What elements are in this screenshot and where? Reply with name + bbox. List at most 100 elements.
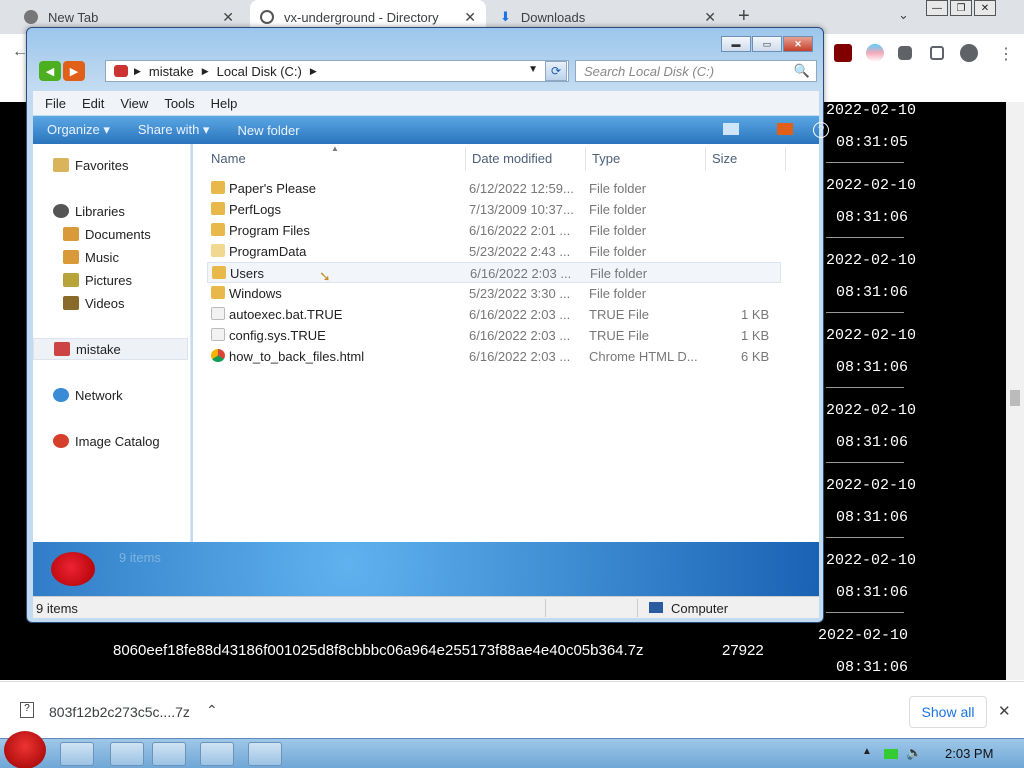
close-icon[interactable]: ✕ xyxy=(464,9,476,26)
file-row[interactable]: Windows 5/23/2022 3:30 ... File folder xyxy=(207,283,781,304)
close-icon[interactable]: ✕ xyxy=(704,9,716,26)
column-divider[interactable] xyxy=(705,147,706,171)
start-button[interactable] xyxy=(4,731,46,768)
back-button[interactable]: ◀ xyxy=(39,61,61,81)
entry-time: 08:31:06 xyxy=(836,584,909,601)
new-tab-button[interactable]: + xyxy=(738,5,750,28)
column-header-name[interactable]: Name xyxy=(211,151,246,166)
address-bar[interactable]: ▶ mistake ▶ Local Disk (C:) ▶ ▼ xyxy=(105,60,569,82)
star-icon xyxy=(53,158,69,172)
share-label: Share with xyxy=(137,122,200,137)
entry-date: 2022-02-10 xyxy=(818,627,909,644)
nav-favorites[interactable]: Favorites xyxy=(33,154,191,176)
file-name: how_to_back_files.html xyxy=(229,349,365,364)
breadcrumb-sep: ▶ xyxy=(134,65,141,76)
search-input[interactable]: Search Local Disk (C:) 🔍 xyxy=(575,60,817,82)
file-type: File folder xyxy=(589,286,647,301)
menu-edit[interactable]: Edit xyxy=(74,96,112,111)
file-list: Name ▲ Date modified Type Size Paper's P… xyxy=(193,144,819,568)
file-row[interactable]: ProgramData 5/23/2022 2:43 ... File folder xyxy=(207,241,781,262)
explorer-taskbar-icon[interactable] xyxy=(60,742,94,766)
file-size: 1 KB xyxy=(741,307,770,322)
close-button[interactable]: ✕ xyxy=(974,0,996,16)
image-catalog-icon xyxy=(53,434,69,448)
help-icon[interactable]: ? xyxy=(813,122,829,138)
ublock-icon[interactable] xyxy=(834,44,852,62)
forward-button[interactable]: ▶ xyxy=(63,61,85,81)
file-row[interactable]: how_to_back_files.html 6/16/2022 2:03 ...… xyxy=(207,346,781,367)
nav-documents[interactable]: Documents xyxy=(33,223,191,245)
breadcrumb-item[interactable]: mistake xyxy=(149,64,194,79)
7zip-taskbar-icon[interactable] xyxy=(152,742,186,766)
menu-help[interactable]: Help xyxy=(203,96,246,111)
nav-user[interactable]: mistake xyxy=(33,338,188,360)
nav-image-catalog[interactable]: Image Catalog xyxy=(33,430,191,452)
column-header-type[interactable]: Type xyxy=(592,151,620,166)
download-item[interactable]: 803f12b2c273c5c....7z xyxy=(49,704,190,720)
status-divider xyxy=(545,599,546,617)
app-taskbar-icon[interactable] xyxy=(200,742,234,766)
scrollbar-thumb[interactable] xyxy=(1010,390,1020,406)
minimize-button[interactable]: ▬ xyxy=(721,36,751,52)
entry-time: 08:31:06 xyxy=(836,209,909,226)
show-all-button[interactable]: Show all xyxy=(909,696,987,728)
refresh-button[interactable]: ⟳ xyxy=(545,61,567,81)
tab-search-icon[interactable]: ⌄ xyxy=(898,7,909,23)
window-taskbar-icon[interactable] xyxy=(248,742,282,766)
entry-time: 08:31:06 xyxy=(836,434,909,451)
column-divider[interactable] xyxy=(465,147,466,171)
minimize-button[interactable]: — xyxy=(926,0,948,16)
nav-videos[interactable]: Videos xyxy=(33,292,191,314)
tray-arrow-icon[interactable]: ▲ xyxy=(862,746,872,757)
file-type: File folder xyxy=(590,266,648,281)
nav-libraries[interactable]: Libraries xyxy=(33,200,191,222)
chevron-up-icon[interactable]: ⌃ xyxy=(206,702,218,719)
nav-network[interactable]: Network xyxy=(33,384,191,406)
view-options-icon[interactable] xyxy=(723,123,739,135)
new-folder-button[interactable]: New folder xyxy=(223,123,313,138)
preview-pane-icon[interactable] xyxy=(777,123,793,135)
menu-view[interactable]: View xyxy=(112,96,156,111)
maximize-button[interactable]: ▭ xyxy=(752,36,782,52)
column-header-size[interactable]: Size xyxy=(712,151,737,166)
volume-icon[interactable]: 🔈 xyxy=(906,745,922,761)
entry-time: 08:31:06 xyxy=(836,659,909,676)
column-header-date[interactable]: Date modified xyxy=(472,151,552,166)
kebab-menu-icon[interactable]: ⋮ xyxy=(998,44,1014,64)
menu-tools[interactable]: Tools xyxy=(156,96,202,111)
divider xyxy=(826,312,904,313)
file-row[interactable]: autoexec.bat.TRUE 6/16/2022 2:03 ... TRUE … xyxy=(207,304,781,325)
search-icon[interactable]: 🔍 xyxy=(794,63,810,79)
file-name: Users xyxy=(230,266,264,281)
file-type: TRUE File xyxy=(589,328,649,343)
chevron-down-icon[interactable]: ▼ xyxy=(528,64,538,75)
close-icon[interactable]: ✕ xyxy=(222,9,234,26)
share-with-button[interactable]: Share with ▾ xyxy=(124,122,224,138)
puzzle-icon[interactable] xyxy=(898,46,912,60)
nav-music[interactable]: Music xyxy=(33,246,191,268)
sort-arrow-icon: ▲ xyxy=(331,144,339,153)
clock[interactable]: 2:03 PM xyxy=(945,746,993,761)
user-folder-icon xyxy=(54,342,70,356)
file-row[interactable]: Paper's Please 6/12/2022 12:59... File fol… xyxy=(207,178,781,199)
organize-button[interactable]: Organize ▾ xyxy=(33,122,124,138)
column-divider[interactable] xyxy=(785,147,786,171)
chrome-taskbar-icon[interactable] xyxy=(110,742,144,766)
entry-time: 08:31:06 xyxy=(836,509,909,526)
file-row[interactable]: Program Files 6/16/2022 2:01 ... File fold… xyxy=(207,220,781,241)
menu-file[interactable]: File xyxy=(37,96,74,111)
side-panel-icon[interactable] xyxy=(930,46,944,60)
column-divider[interactable] xyxy=(585,147,586,171)
close-icon[interactable]: ✕ xyxy=(998,702,1011,720)
file-row[interactable]: config.sys.TRUE 6/16/2022 2:03 ... TRUE Fi… xyxy=(207,325,781,346)
restore-button[interactable]: ❐ xyxy=(950,0,972,16)
file-row[interactable]: Users 6/16/2022 2:03 ... File folder xyxy=(207,262,781,283)
nav-pictures[interactable]: Pictures xyxy=(33,269,191,291)
close-button[interactable]: ✕ xyxy=(783,36,813,52)
file-link[interactable]: 8060eef18fe88d43186f001025d8f8cbbbc06a96… xyxy=(113,642,644,659)
breadcrumb-item[interactable]: Local Disk (C:) xyxy=(217,64,302,79)
extension-icon[interactable] xyxy=(866,44,884,62)
file-row[interactable]: PerfLogs 7/13/2009 10:37... File folder xyxy=(207,199,781,220)
profile-avatar[interactable] xyxy=(960,44,978,62)
details-pane: 9 items xyxy=(33,542,819,596)
